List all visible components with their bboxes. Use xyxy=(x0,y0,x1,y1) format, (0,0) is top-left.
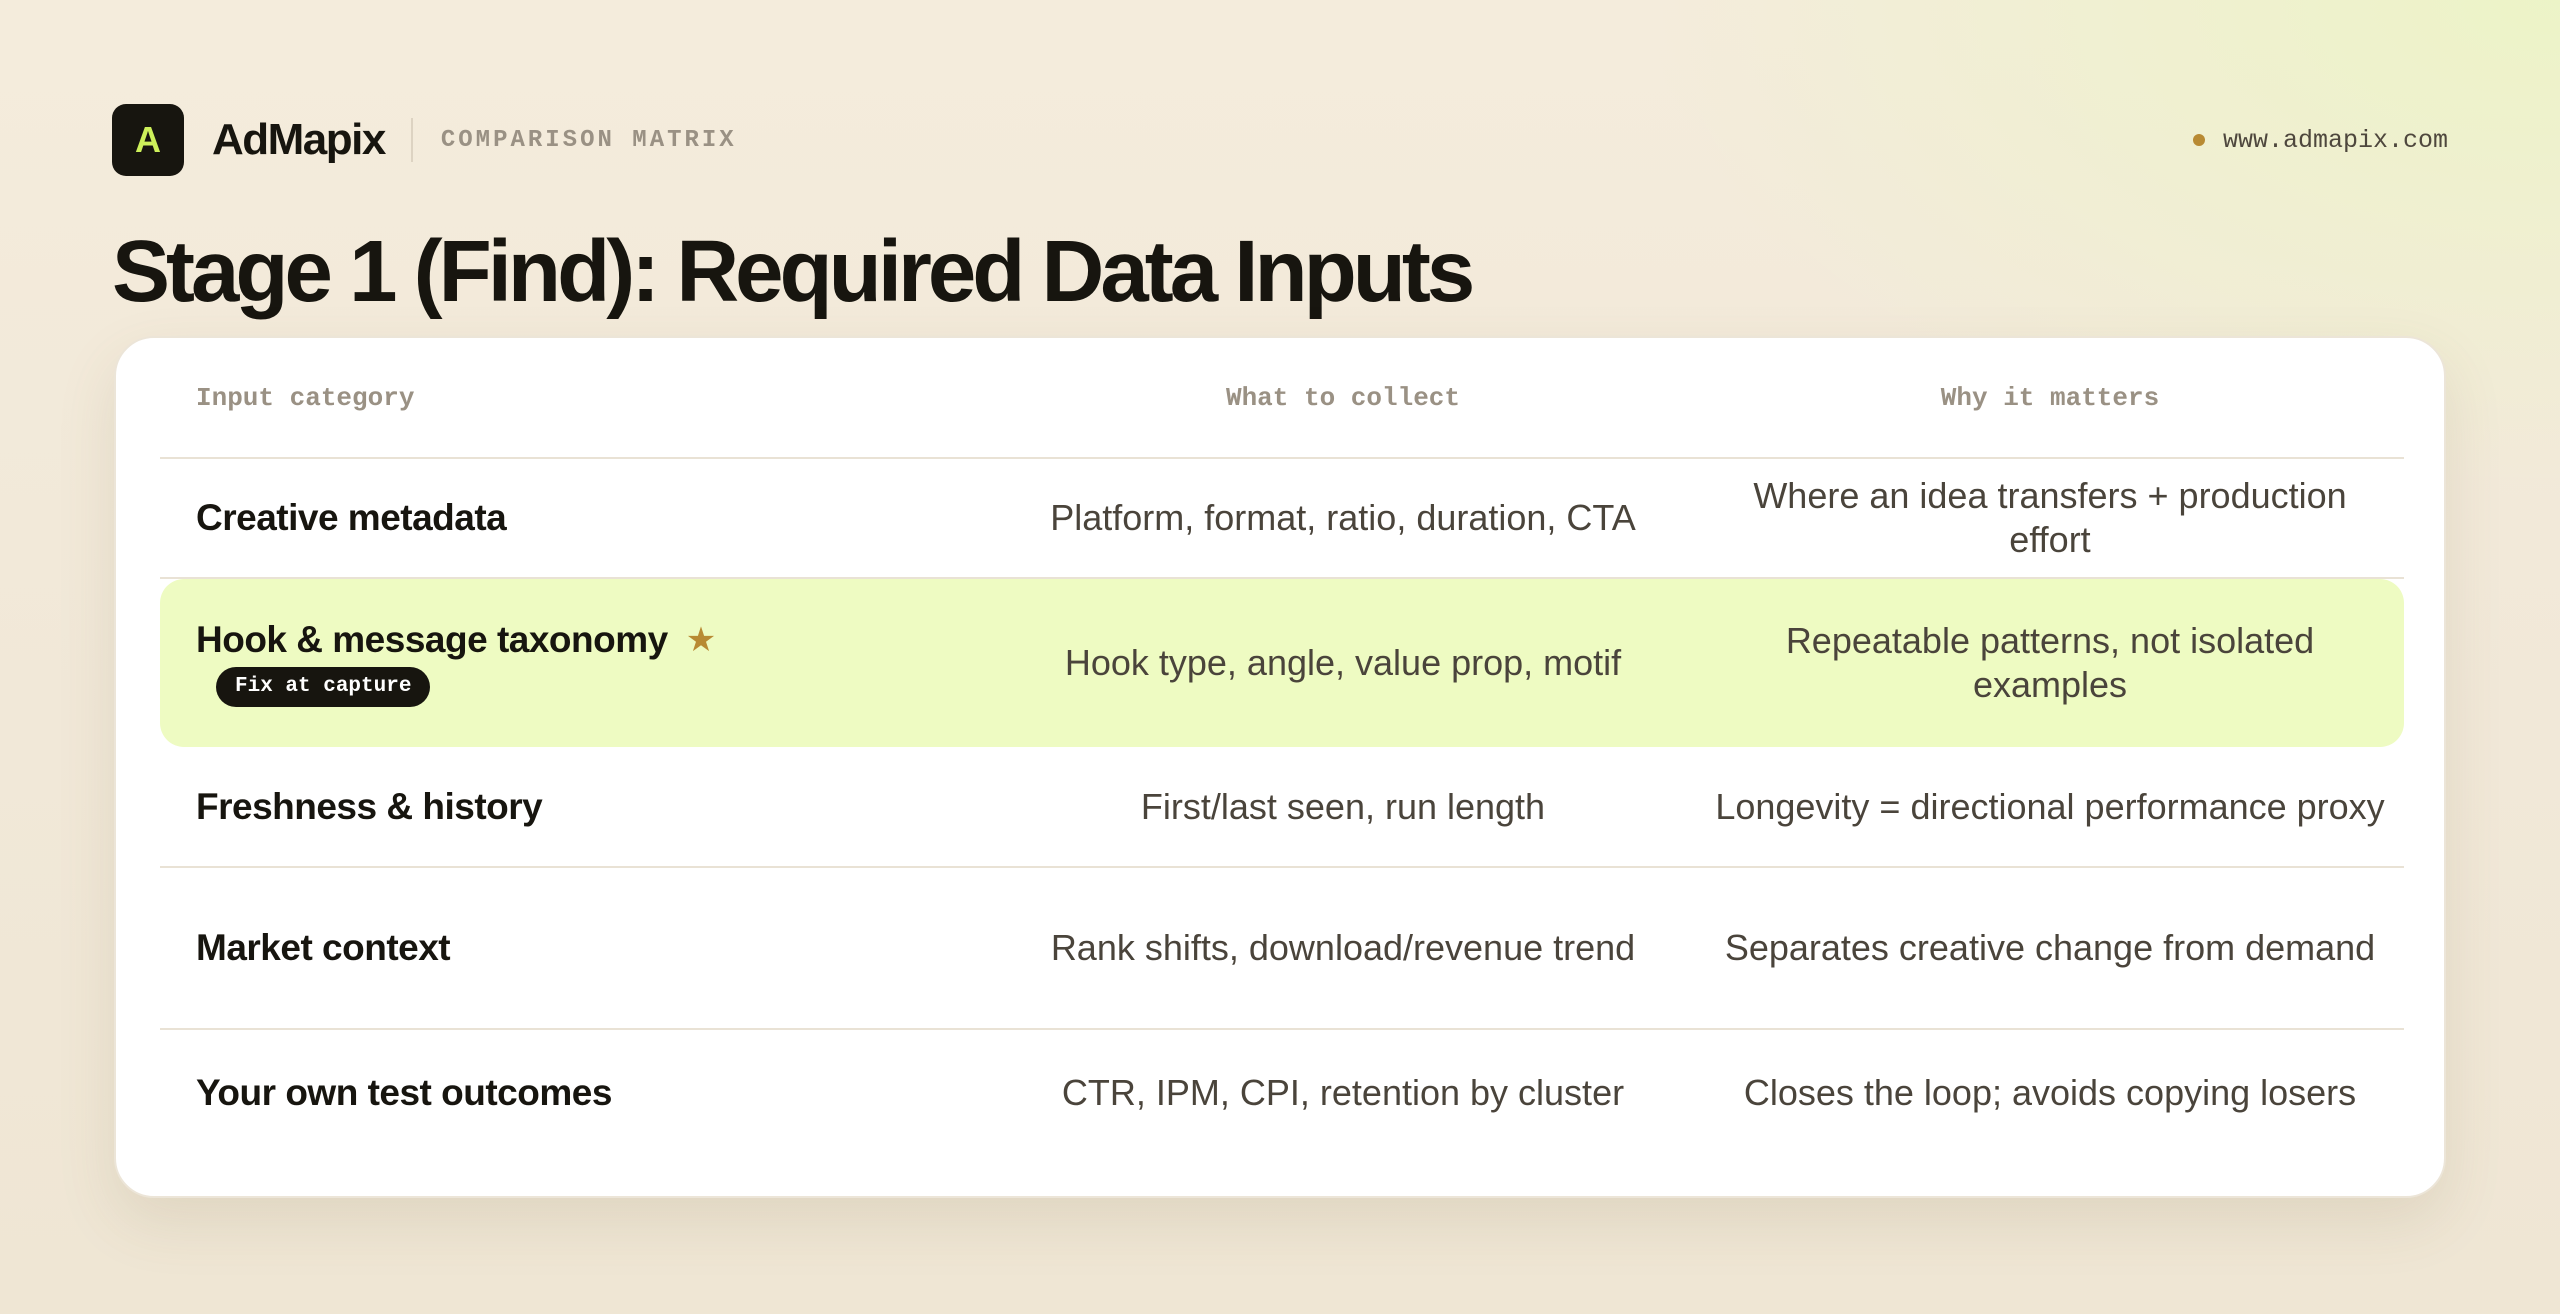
table-header-row: Input category What to collect Why it ma… xyxy=(160,338,2404,459)
category-name: Hook & message taxonomy xyxy=(196,619,668,660)
collect-cell: CTR, IPM, CPI, retention by cluster xyxy=(1061,1072,1625,1113)
collect-cell: Platform, format, ratio, duration, CTA xyxy=(1050,497,1636,538)
why-cell: Closes the loop; avoids copying losers xyxy=(1743,1072,2357,1113)
collect-cell: Rank shifts, download/revenue trend xyxy=(1050,927,1636,968)
logo-badge: A xyxy=(112,104,184,176)
why-cell: Longevity = directional performance prox… xyxy=(1715,785,2385,827)
category-cell: Market context xyxy=(160,927,990,969)
brand-name: AdMapix xyxy=(212,115,386,164)
table-row: Creative metadata Platform, format, rati… xyxy=(160,459,2404,579)
comparison-table: Input category What to collect Why it ma… xyxy=(160,338,2404,1156)
column-header-why-it-matters: Why it matters xyxy=(1940,382,2160,413)
category-cell: Your own test outcomes xyxy=(160,1072,990,1114)
category-name: Creative metadata xyxy=(196,497,507,538)
category-name: Your own test outcomes xyxy=(196,1072,612,1113)
category-cell: Freshness & history xyxy=(160,786,990,828)
comparison-card: Input category What to collect Why it ma… xyxy=(114,336,2446,1198)
category-name: Freshness & history xyxy=(196,785,543,827)
logo-letter: A xyxy=(135,119,161,160)
fix-at-capture-badge: Fix at capture xyxy=(216,667,431,707)
site-url: www.admapix.com xyxy=(2222,125,2448,155)
column-header-input-category: Input category xyxy=(196,382,415,413)
table-row-highlighted: Hook & message taxonomy ★ Fix at capture… xyxy=(160,579,2404,747)
why-cell: Separates creative change from demand xyxy=(1724,927,2376,968)
why-cell: Repeatable patterns, not isolated exampl… xyxy=(1785,620,2315,705)
table-row: Market context Rank shifts, download/rev… xyxy=(160,868,2404,1030)
column-header-what-to-collect: What to collect xyxy=(1225,382,1461,413)
star-icon: ★ xyxy=(685,621,717,659)
header: A AdMapix COMPARISON MATRIX www.admapix.… xyxy=(112,104,2448,176)
why-cell: Where an idea transfers + production eff… xyxy=(1753,475,2347,560)
table-row: Freshness & history First/last seen, run… xyxy=(160,747,2404,868)
dot-icon xyxy=(2192,134,2205,146)
collect-cell: Hook type, angle, value prop, motif xyxy=(1064,642,1622,683)
category-cell: Hook & message taxonomy ★ Fix at capture xyxy=(160,619,990,707)
header-divider xyxy=(410,118,413,162)
page-title: Stage 1 (Find): Required Data Inputs xyxy=(112,223,1475,320)
table-row: Your own test outcomes CTR, IPM, CPI, re… xyxy=(160,1030,2404,1156)
category-name: Market context xyxy=(196,927,451,968)
section-label: COMPARISON MATRIX xyxy=(440,126,737,154)
site-link: www.admapix.com xyxy=(2192,125,2448,155)
collect-cell: First/last seen, run length xyxy=(1140,785,1546,827)
category-cell: Creative metadata xyxy=(160,497,990,539)
